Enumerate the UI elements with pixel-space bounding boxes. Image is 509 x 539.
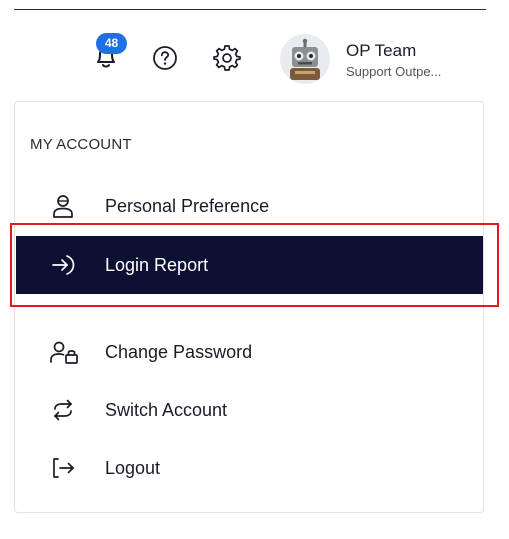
- menu-item-logout[interactable]: Logout: [16, 439, 483, 497]
- menu-item-label: Change Password: [105, 342, 253, 362]
- menu-item-switch-account[interactable]: Switch Account: [16, 381, 483, 439]
- menu-section-title: MY ACCOUNT: [30, 136, 132, 153]
- top-header: 48 OP Team Support Outpe...: [0, 28, 509, 92]
- user-icon: [50, 193, 76, 219]
- notification-badge: 48: [96, 33, 127, 54]
- selection-highlight-box: [10, 223, 499, 307]
- profile-subtitle: Support Outpe...: [346, 64, 442, 79]
- help-icon[interactable]: [152, 45, 178, 71]
- menu-item-change-password[interactable]: Change Password: [16, 323, 483, 381]
- profile-avatar[interactable]: [280, 34, 330, 84]
- switch-arrows-icon: [50, 397, 76, 423]
- settings-gear-icon[interactable]: [213, 44, 241, 72]
- menu-item-label: Logout: [105, 458, 161, 478]
- logout-icon: [50, 455, 76, 481]
- profile-name: OP Team: [346, 41, 417, 60]
- menu-item-label: Switch Account: [105, 400, 228, 420]
- menu-item-label: Personal Preference: [105, 196, 270, 216]
- user-lock-icon: [50, 339, 78, 365]
- top-divider: [14, 9, 486, 10]
